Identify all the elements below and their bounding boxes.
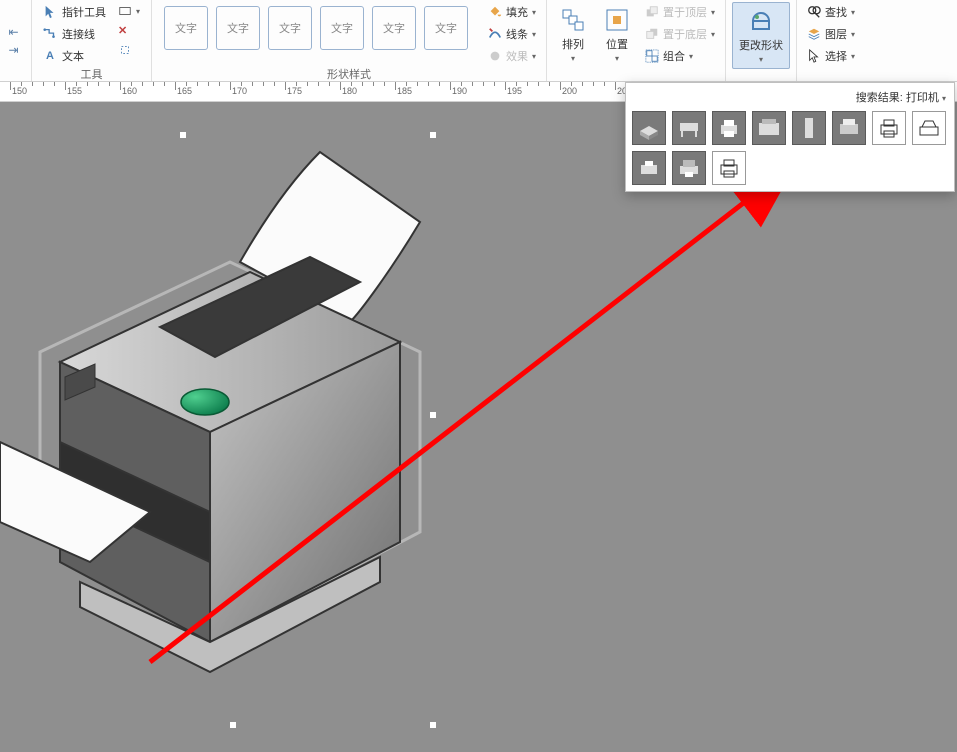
arrange-button[interactable]: 排列 ▾	[553, 2, 593, 67]
find-button[interactable]: 查找 ▾	[803, 2, 859, 22]
bring-front-button: 置于顶层 ▾	[641, 2, 719, 22]
chevron-down-icon: ▾	[759, 55, 763, 64]
chevron-down-icon[interactable]: ▾	[942, 94, 946, 103]
search-query: 打印机	[906, 92, 939, 104]
group-label: 组合	[663, 48, 685, 64]
result-printer-3d[interactable]	[632, 111, 666, 145]
chevron-down-icon: ▾	[851, 52, 855, 61]
text-tool[interactable]: A 文本	[38, 46, 110, 66]
chevron-down-icon: ▾	[615, 54, 619, 63]
arrange-label: 排列	[562, 36, 584, 52]
chevron-down-icon: ▾	[851, 8, 855, 17]
group-arrange-label	[553, 77, 719, 79]
layers-label: 图层	[825, 26, 847, 42]
chevron-down-icon: ▾	[689, 52, 693, 61]
result-fax[interactable]	[912, 111, 946, 145]
pointer-label: 指针工具	[62, 4, 106, 20]
effect-button: 效果 ▾	[484, 46, 540, 66]
layers-button[interactable]: 图层 ▾	[803, 24, 859, 44]
ruler-tick: 150	[10, 82, 65, 101]
connector-icon	[42, 26, 58, 42]
ruler-tick: 175	[285, 82, 340, 101]
ruler-tick: 170	[230, 82, 285, 101]
ruler-tick: 195	[505, 82, 560, 101]
search-title-row: 搜索结果: 打印机 ▾	[630, 87, 950, 109]
position-label: 位置	[606, 36, 628, 52]
select-button[interactable]: 选择 ▾	[803, 46, 859, 66]
line-button[interactable]: 线条 ▾	[484, 24, 540, 44]
group-editing-label	[803, 77, 859, 79]
printer-shape[interactable]	[0, 112, 460, 732]
chevron-down-icon: ▾	[711, 30, 715, 39]
result-plotter[interactable]	[672, 111, 706, 145]
line-label: 线条	[506, 26, 528, 42]
shape-search-popup: 搜索结果: 打印机 ▾	[625, 82, 955, 192]
rectangle-tool[interactable]: ▾	[114, 2, 144, 20]
chevron-down-icon: ▾	[711, 8, 715, 17]
style-preset-6[interactable]: 文字	[424, 6, 468, 50]
bring-front-label: 置于顶层	[663, 4, 707, 20]
send-back-label: 置于底层	[663, 26, 707, 42]
chevron-down-icon: ▾	[532, 30, 536, 39]
ruler-tick: 190	[450, 82, 505, 101]
result-printer-multi[interactable]	[672, 151, 706, 185]
chevron-down-icon: ▾	[136, 7, 140, 16]
group-tools: 指针工具 连接线 A 文本 ▾	[32, 0, 152, 81]
position-button[interactable]: 位置 ▾	[597, 2, 637, 67]
search-icon-grid	[630, 109, 950, 187]
chevron-down-icon: ▾	[532, 52, 536, 61]
style-preset-5[interactable]: 文字	[372, 6, 416, 50]
ruler-tick: 155	[65, 82, 120, 101]
change-shape-button[interactable]: 更改形状 ▾	[732, 2, 790, 69]
fill-label: 填充	[506, 4, 528, 20]
text-label: 文本	[62, 48, 84, 64]
send-back-button: 置于底层 ▾	[641, 24, 719, 44]
group-edit-shape: 更改形状 ▾	[726, 0, 797, 81]
chevron-down-icon: ▾	[851, 30, 855, 39]
result-printer-dark[interactable]	[832, 111, 866, 145]
indent-right-icon[interactable]: ⇥	[9, 43, 23, 57]
group-shape-styles: 文字 文字 文字 文字 文字 文字 填充 ▾ 线条 ▾	[152, 0, 547, 81]
select-label: 选择	[825, 48, 847, 64]
connector-tool[interactable]: 连接线	[38, 24, 110, 44]
result-printer-outline[interactable]	[872, 111, 906, 145]
result-scanner[interactable]	[792, 111, 826, 145]
group-editing: 查找 ▾ 图层 ▾ 选择 ▾	[797, 0, 865, 81]
ribbon-left-strip: ⇤ ⇥	[0, 0, 32, 81]
connector-label: 连接线	[62, 26, 95, 42]
ruler-tick: 200	[560, 82, 615, 101]
group-arrange: 排列 ▾ 位置 ▾ 置于顶层 ▾ 置于底层 ▾	[547, 0, 726, 81]
x-icon: ✕	[118, 24, 127, 37]
ruler-tick: 180	[340, 82, 395, 101]
ribbon: ⇤ ⇥ 指针工具 连接线 A	[0, 0, 957, 82]
effect-label: 效果	[506, 48, 528, 64]
result-printer-basic[interactable]	[712, 111, 746, 145]
style-preset-1[interactable]: 文字	[164, 6, 208, 50]
group-button[interactable]: 组合 ▾	[641, 46, 719, 66]
chevron-down-icon: ▾	[571, 54, 575, 63]
ruler-tick: 165	[175, 82, 230, 101]
style-preset-2[interactable]: 文字	[216, 6, 260, 50]
style-gallery[interactable]: 文字 文字 文字 文字 文字 文字	[158, 2, 474, 50]
change-shape-label: 更改形状	[739, 37, 783, 53]
pointer-tool[interactable]: 指针工具	[38, 2, 110, 22]
ruler-tick: 185	[395, 82, 450, 101]
group-edit-shape-label	[732, 77, 790, 79]
result-printer-label[interactable]	[712, 151, 746, 185]
crop-tool[interactable]	[114, 41, 144, 59]
search-title-label: 搜索结果:	[856, 92, 903, 104]
fill-button[interactable]: 填充 ▾	[484, 2, 540, 22]
ruler-tick: 160	[120, 82, 175, 101]
chevron-down-icon: ▾	[532, 8, 536, 17]
result-printer-small[interactable]	[632, 151, 666, 185]
style-preset-3[interactable]: 文字	[268, 6, 312, 50]
drawing-canvas[interactable]	[0, 102, 957, 752]
style-preset-4[interactable]: 文字	[320, 6, 364, 50]
text-icon: A	[42, 48, 58, 64]
delete-tool[interactable]: ✕	[114, 22, 144, 39]
find-label: 查找	[825, 4, 847, 20]
indent-left-icon[interactable]: ⇤	[9, 25, 23, 39]
pointer-icon	[42, 4, 58, 20]
result-copier[interactable]	[752, 111, 786, 145]
